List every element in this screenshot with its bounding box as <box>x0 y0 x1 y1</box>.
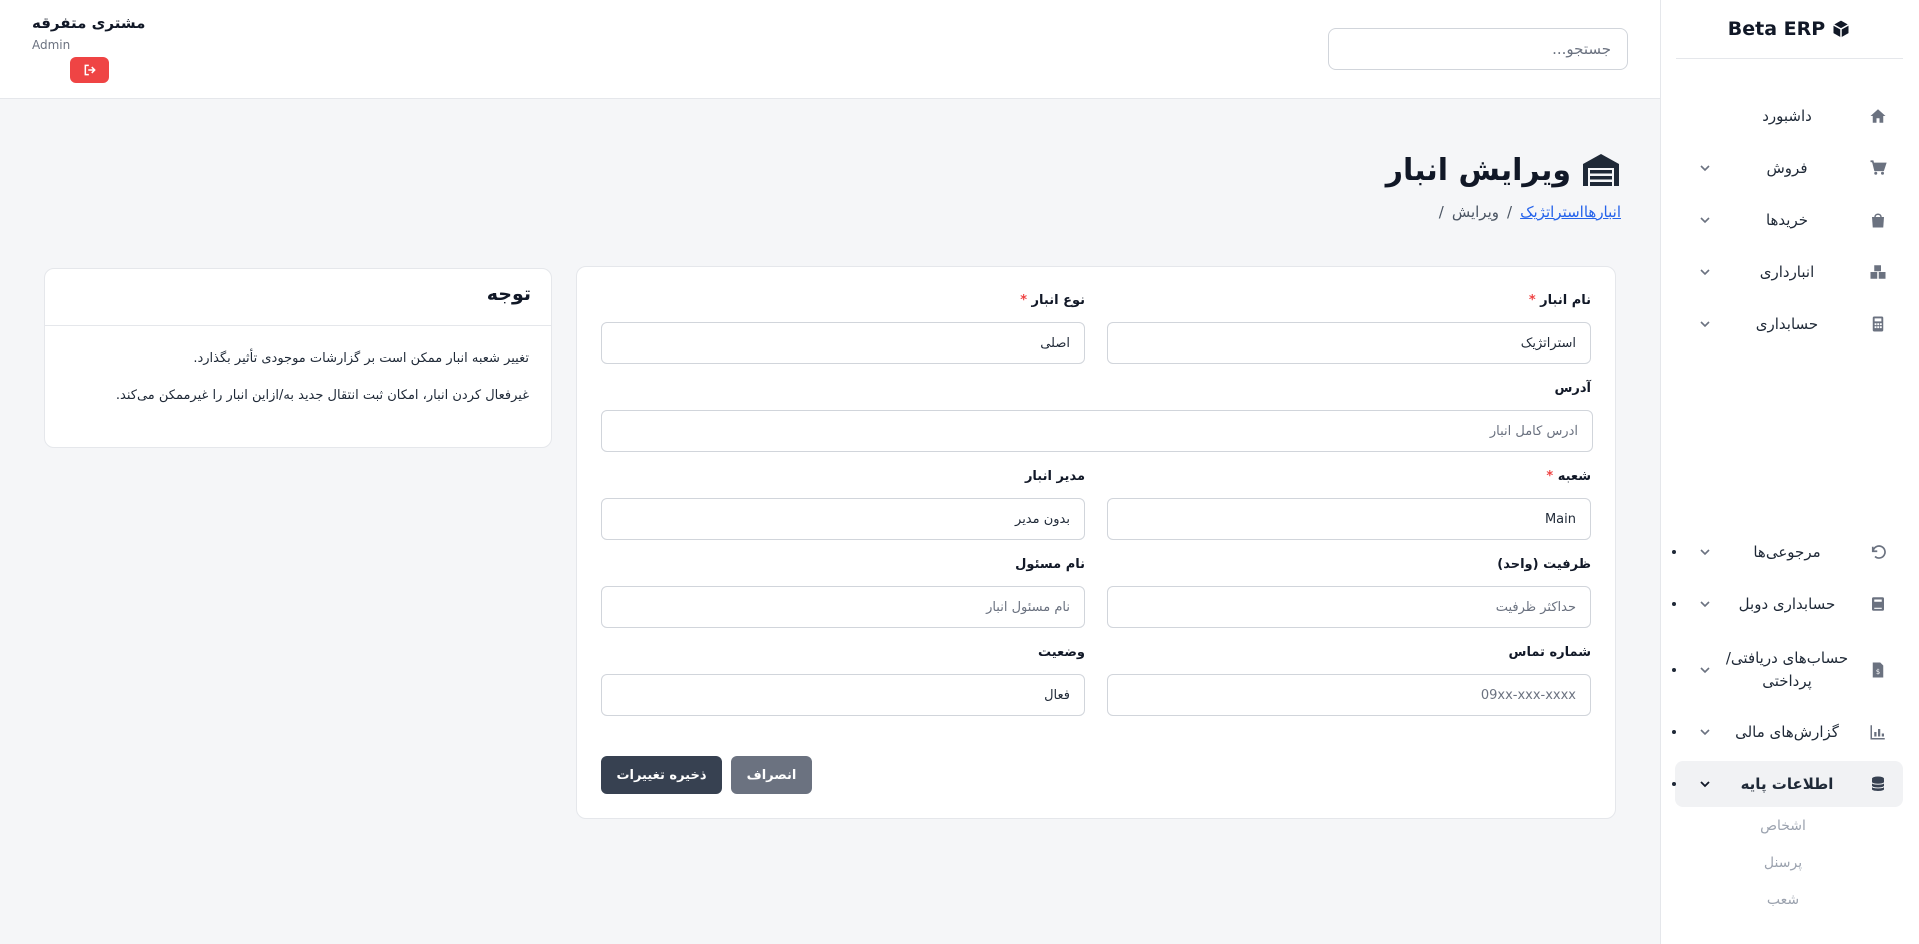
sidebar-item-purchases[interactable]: خریدها <box>1675 197 1903 243</box>
bullet-dot <box>1672 730 1676 734</box>
status-select[interactable] <box>601 674 1085 716</box>
sidebar-item-inventory[interactable]: انبارداری <box>1675 249 1903 295</box>
sidebar-item-label: مرجوعی‌ها <box>1753 542 1821 561</box>
notice-line: غیرفعال کردن انبار، امکان ثبت انتقال جدی… <box>115 388 529 403</box>
breadcrumb-separator: / <box>1507 203 1513 221</box>
sidebar-item-financial-reports[interactable]: گزارش‌های مالی <box>1672 709 1903 755</box>
notice-line: تغییر شعبه انبار ممکن است بر گزارشات موج… <box>193 351 529 366</box>
sidebar-item-label: داشبورد <box>1762 106 1812 125</box>
capacity-field[interactable] <box>1107 586 1591 628</box>
chevron-down-icon <box>1699 266 1711 278</box>
user-name: مشتری متفرقه <box>32 14 146 32</box>
chevron-down-icon <box>1699 598 1711 610</box>
search-input[interactable] <box>1328 28 1628 70</box>
address-field[interactable] <box>601 410 1593 452</box>
chevron-down-icon <box>1699 778 1711 790</box>
page-title: ویرایش انبار <box>1386 152 1621 188</box>
sidebar-item-accounting[interactable]: حسابداری <box>1675 301 1903 347</box>
sign-out-icon <box>83 63 97 77</box>
notice-title: توجه <box>486 283 531 305</box>
sidebar-subitem-branches[interactable]: شعب <box>1675 892 1903 908</box>
phone-field[interactable] <box>1107 674 1591 716</box>
warehouse-name-label: نام انبار * <box>1107 293 1591 308</box>
chevron-down-icon <box>1699 162 1711 174</box>
chevron-down-icon <box>1699 664 1711 676</box>
warehouse-type-label-text: نوع انبار <box>1031 293 1085 308</box>
manager-label: مدیر انبار <box>1024 469 1085 484</box>
save-button[interactable]: ذخیره تغییرات <box>601 756 722 794</box>
shopping-bag-icon <box>1869 211 1887 229</box>
sidebar-subitem-personnel[interactable]: پرسنل <box>1675 855 1903 871</box>
required-mark: * <box>1020 293 1028 308</box>
status-label: وضعیت <box>1037 645 1085 660</box>
boxes-icon <box>1869 263 1887 281</box>
brand[interactable]: Beta ERP <box>1676 0 1903 59</box>
undo-icon <box>1869 543 1887 561</box>
sidebar-item-label: اطلاعات پایه <box>1740 774 1834 793</box>
warehouse-type-select[interactable] <box>601 322 1085 364</box>
phone-label: شماره تماس <box>1508 645 1591 660</box>
divider <box>45 325 551 326</box>
chevron-down-icon <box>1699 318 1711 330</box>
responsible-label: نام مسئول <box>1015 557 1085 572</box>
page-title-text: ویرایش انبار <box>1385 152 1571 188</box>
branch-label: شعبه * <box>1107 469 1591 484</box>
chevron-down-icon <box>1699 214 1711 226</box>
bullet-dot <box>1672 602 1676 606</box>
breadcrumb: انبارهااستراتژیک / ویرایش / <box>1439 203 1621 221</box>
cube-icon <box>1831 19 1851 39</box>
bullet-dot <box>1672 668 1676 672</box>
branch-select[interactable] <box>1107 498 1591 540</box>
bullet-dot <box>1672 550 1676 554</box>
sidebar-item-label: حسابداری <box>1755 314 1819 333</box>
responsible-field[interactable] <box>601 586 1085 628</box>
warehouse-icon <box>1581 152 1621 188</box>
sidebar-item-label: خریدها <box>1765 210 1809 229</box>
sidebar-item-label: حساب‌های دریافتی/پرداختی <box>1725 649 1849 690</box>
capacity-label: ظرفیت (واحد) <box>1497 557 1591 572</box>
sidebar-item-base-data[interactable]: اطلاعات پایه <box>1672 761 1903 807</box>
sidebar-item-double-entry[interactable]: حسابداری دوبل <box>1672 581 1903 627</box>
book-icon <box>1869 595 1887 613</box>
cart-icon <box>1869 159 1887 177</box>
sidebar-item-label: گزارش‌های مالی <box>1735 722 1839 741</box>
database-icon <box>1869 775 1887 793</box>
chevron-down-icon <box>1699 726 1711 738</box>
logout-button[interactable] <box>70 57 109 83</box>
topbar: مشتری متفرقه Admin <box>0 0 1660 99</box>
home-icon <box>1869 107 1887 125</box>
user-role: Admin <box>32 38 71 52</box>
warehouse-name-field[interactable] <box>1107 322 1591 364</box>
bullet-dot <box>1672 782 1676 786</box>
brand-name: Beta ERP <box>1727 18 1826 40</box>
manager-select[interactable] <box>601 498 1085 540</box>
breadcrumb-separator: / <box>1438 203 1444 221</box>
sidebar: Beta ERP داشبورد فروش خریدها انبارداری ح… <box>1660 0 1919 944</box>
sidebar-item-sales[interactable]: فروش <box>1675 145 1903 191</box>
breadcrumb-current: ویرایش <box>1451 203 1500 221</box>
required-mark: * <box>1546 469 1554 484</box>
warehouse-name-label-text: نام انبار <box>1540 293 1591 308</box>
required-mark: * <box>1528 293 1536 308</box>
chart-icon <box>1869 723 1887 741</box>
branch-label-text: شعبه <box>1557 469 1591 484</box>
breadcrumb-link-warehouses[interactable]: انبارهااستراتژیک <box>1520 203 1621 221</box>
sidebar-item-dashboard[interactable]: داشبورد <box>1675 93 1903 139</box>
address-label: آدرس <box>1554 381 1591 396</box>
sidebar-item-receivables-payables[interactable]: $ حساب‌های دریافتی/پرداختی <box>1672 638 1903 702</box>
svg-text:$: $ <box>1876 668 1880 676</box>
cancel-button[interactable]: انصراف <box>731 756 812 794</box>
sidebar-item-label: انبارداری <box>1759 262 1815 281</box>
invoice-icon: $ <box>1869 661 1887 679</box>
sidebar-item-returns[interactable]: مرجوعی‌ها <box>1672 529 1903 575</box>
sidebar-item-label: فروش <box>1766 158 1808 177</box>
warehouse-edit-form: نام انبار * نوع انبار * آدرس شعبه * مدیر… <box>576 266 1616 819</box>
calculator-icon <box>1869 315 1887 333</box>
sidebar-subitem-persons[interactable]: اشخاص <box>1675 818 1903 834</box>
chevron-down-icon <box>1699 546 1711 558</box>
sidebar-item-label: حسابداری دوبل <box>1738 594 1836 613</box>
notice-card: توجه تغییر شعبه انبار ممکن است بر گزارشا… <box>44 268 552 448</box>
warehouse-type-label: نوع انبار * <box>601 293 1085 308</box>
